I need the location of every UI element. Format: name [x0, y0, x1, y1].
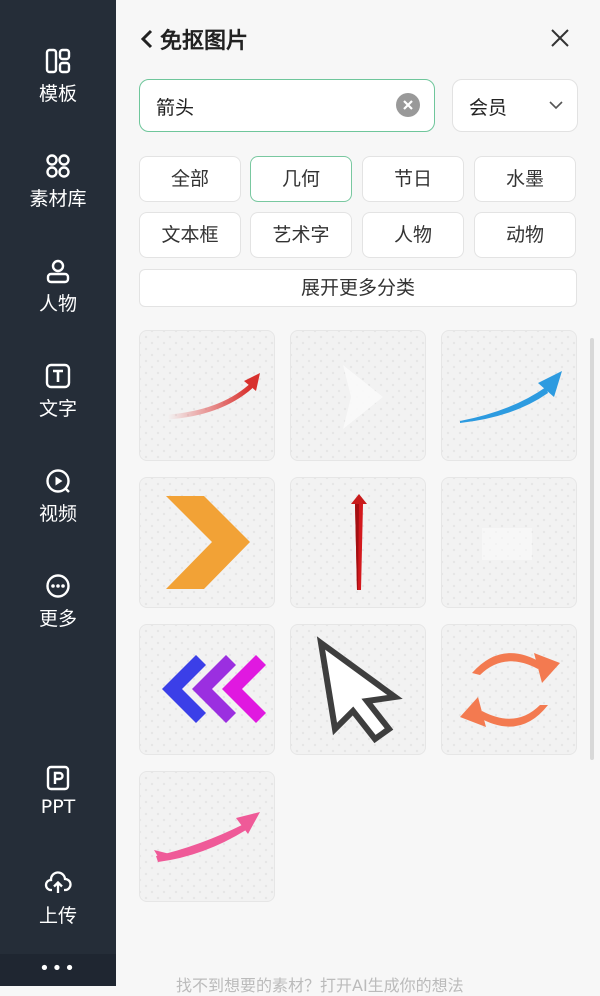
- result-white-image[interactable]: [441, 477, 577, 608]
- result-cursor-pointer[interactable]: [290, 624, 426, 755]
- nav-video[interactable]: 视频: [0, 468, 116, 526]
- back-button[interactable]: 免抠图片: [140, 24, 248, 54]
- nav-person[interactable]: 人物: [0, 258, 116, 316]
- video-icon: [46, 469, 70, 493]
- nav-ppt-label: PPT: [40, 796, 76, 818]
- cutout-images-panel: 免抠图片 会员 全部 几何 节日 水墨 文本框 艺术字 人物 动物 展开更多分类: [116, 0, 600, 995]
- red-vertical-arrow-image: [351, 494, 367, 590]
- member-select-value: 会员: [469, 97, 508, 119]
- orange-cycle-arrows-image: [460, 653, 560, 727]
- result-blue-curved-arrow[interactable]: [441, 330, 577, 461]
- category-animals[interactable]: 动物: [474, 212, 576, 258]
- panel-title: 免抠图片: [160, 29, 249, 54]
- category-ink[interactable]: 水墨: [474, 156, 576, 202]
- nav-text[interactable]: 文字: [0, 363, 116, 421]
- nav-more-label: 更多: [38, 608, 77, 630]
- nav-person-label: 人物: [38, 293, 77, 315]
- cursor-pointer-image: [316, 636, 403, 744]
- nav-template-label: 模板: [38, 83, 77, 105]
- clear-icon: [403, 100, 413, 110]
- category-all[interactable]: 全部: [139, 156, 241, 202]
- nav-assets-label: 素材库: [29, 188, 87, 210]
- gradient-triple-chevrons-image: [162, 655, 266, 723]
- assets-icon: [46, 154, 70, 178]
- nav-text-label: 文字: [38, 398, 77, 420]
- pink-curved-arrow-image: [154, 812, 260, 862]
- category-people[interactable]: 人物: [362, 212, 464, 258]
- more-icon: [46, 574, 70, 598]
- result-white-arrow[interactable]: [290, 330, 426, 461]
- red-curved-arrow-image: [165, 373, 260, 420]
- result-red-vertical-arrow[interactable]: [290, 477, 426, 608]
- chevron-left-icon: [140, 29, 153, 49]
- category-artword[interactable]: 艺术字: [250, 212, 352, 258]
- ppt-icon: [46, 765, 70, 791]
- close-button[interactable]: [550, 28, 570, 52]
- result-pink-curved-arrow[interactable]: [139, 771, 275, 902]
- category-festival[interactable]: 节日: [362, 156, 464, 202]
- chevron-down-icon: [549, 101, 563, 110]
- nav-assets[interactable]: 素材库: [0, 153, 116, 211]
- category-geometry[interactable]: 几何: [250, 156, 352, 202]
- footer-hint: 找不到想要的素材？打开AI生成你的想法: [176, 976, 464, 995]
- result-red-curved-arrow[interactable]: [139, 330, 275, 461]
- close-icon: [551, 29, 569, 47]
- nav-upload[interactable]: 上传: [0, 870, 116, 928]
- results-scrollbar[interactable]: [590, 338, 594, 760]
- result-gradient-triple-chevrons[interactable]: [139, 624, 275, 755]
- member-select[interactable]: 会员: [452, 79, 578, 132]
- sidebar: 模板 素材库 人物 文字 视频 更多 PPT 上传 •••: [0, 0, 116, 986]
- nav-upload-label: 上传: [38, 905, 77, 927]
- white-arrow-image: [343, 365, 383, 429]
- nav-more[interactable]: 更多: [0, 573, 116, 631]
- nav-template[interactable]: 模板: [0, 48, 116, 106]
- expand-categories-button[interactable]: 展开更多分类: [139, 269, 577, 307]
- nav-ppt[interactable]: PPT: [0, 765, 116, 818]
- result-orange-cycle-arrows[interactable]: [441, 624, 577, 755]
- blue-curved-arrow-image: [460, 371, 562, 423]
- text-icon: [45, 363, 71, 389]
- person-icon: [46, 259, 70, 284]
- sidebar-more-dots[interactable]: •••: [0, 958, 116, 979]
- nav-video-label: 视频: [38, 503, 77, 525]
- search-box: [139, 79, 435, 132]
- clear-search-button[interactable]: [396, 93, 420, 117]
- template-icon: [45, 48, 71, 74]
- orange-chevron-image: [166, 496, 250, 589]
- category-textbox[interactable]: 文本框: [139, 212, 241, 258]
- upload-icon: [44, 871, 72, 893]
- search-input[interactable]: [154, 80, 388, 132]
- result-orange-chevron[interactable]: [139, 477, 275, 608]
- white-image: [482, 528, 532, 560]
